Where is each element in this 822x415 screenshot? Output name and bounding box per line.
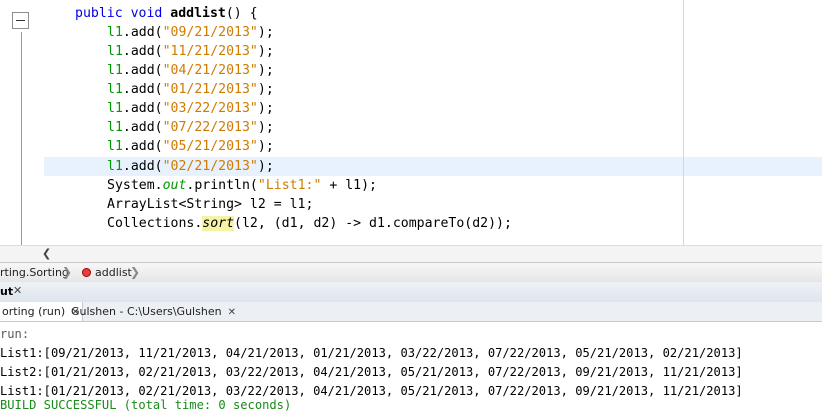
code-token: );	[257, 25, 274, 40]
code-line: l1.add("04/21/2013");	[107, 61, 274, 80]
console-line: List2:[01/21/2013, 02/21/2013, 03/22/201…	[0, 365, 743, 379]
variable-token: l1	[107, 101, 123, 116]
code-token: );	[257, 44, 274, 59]
close-icon[interactable]: ✕	[228, 307, 236, 318]
code-line-assign: ArrayList<String> l2 = l1;	[107, 195, 313, 214]
code-line-println: System.out.println("List1:" + l1);	[107, 176, 377, 195]
string-literal: "List1:"	[257, 178, 322, 193]
code-token: (l2, (d1, d2) -> d1.compareTo(d2));	[234, 216, 512, 231]
tab-terminal[interactable]: Gulshen - C:\Users\Gulshen ✕	[69, 302, 238, 321]
code-line: l1.add("01/21/2013");	[107, 80, 274, 99]
code-token: );	[257, 82, 274, 97]
variable-token: l1	[107, 63, 123, 78]
breadcrumb-method[interactable]: addlist	[95, 266, 132, 279]
horizontal-scrollbar[interactable]: ❮	[0, 245, 822, 263]
variable-token: l1	[107, 82, 123, 97]
chevron-right-icon: ❯	[130, 265, 141, 279]
code-token: .add(	[122, 159, 163, 174]
fold-collapse-icon[interactable]	[12, 12, 29, 29]
code-line-sort: Collections.sort(l2, (d1, d2) -> d1.comp…	[107, 214, 512, 233]
build-status: BUILD SUCCESSFUL (total time: 0 seconds)	[0, 398, 292, 412]
variable-token: l1	[107, 159, 123, 174]
variable-token: l1	[107, 25, 123, 40]
code-token: );	[257, 139, 274, 154]
code-token: + l1);	[321, 178, 377, 193]
code-token: );	[257, 101, 274, 116]
string-literal: "09/21/2013"	[162, 25, 258, 40]
string-literal: "11/21/2013"	[162, 44, 258, 59]
variable-token: l1	[107, 44, 123, 59]
code-line: l1.add("11/21/2013");	[107, 42, 274, 61]
code-line-method-signature: public void addlist() {	[75, 4, 258, 23]
editor-gutter	[0, 0, 44, 245]
highlighted-method-token: sort	[202, 216, 235, 231]
tab-label: orting (run)	[2, 305, 66, 318]
string-literal: "07/22/2013"	[162, 120, 258, 135]
string-literal: "04/21/2013"	[162, 63, 258, 78]
output-window-title[interactable]: ut	[0, 285, 13, 298]
string-literal: "03/22/2013"	[162, 101, 258, 116]
code-token: .add(	[122, 82, 163, 97]
code-token: );	[257, 120, 274, 135]
keyword-token: public void	[75, 6, 171, 21]
code-token: .println(	[186, 178, 258, 193]
close-icon[interactable]: ✕	[13, 284, 22, 297]
code-line: l1.add("03/22/2013");	[107, 99, 274, 118]
code-token: ArrayList<String> l2 = l1;	[107, 197, 314, 212]
string-literal: "01/21/2013"	[162, 82, 258, 97]
code-line: l1.add("07/22/2013");	[107, 118, 274, 137]
fold-guide-line	[21, 32, 22, 245]
breadcrumb-class[interactable]: rting.Sorting	[0, 266, 69, 279]
variable-token: l1	[107, 139, 123, 154]
code-token: );	[257, 159, 274, 174]
scroll-left-icon[interactable]: ❮	[42, 247, 51, 260]
static-field-token: out	[162, 178, 187, 193]
output-tabbar: orting (run) ✕ Gulshen - C:\Users\Gulshen…	[0, 302, 822, 322]
variable-token: l1	[107, 120, 123, 135]
console-line: run:	[0, 327, 30, 341]
code-token: .add(	[122, 101, 163, 116]
code-token: System.	[107, 178, 163, 193]
string-literal: "05/21/2013"	[162, 139, 258, 154]
console-line: List1:[09/21/2013, 11/21/2013, 04/21/201…	[0, 346, 743, 360]
string-literal: "02/21/2013"	[162, 159, 258, 174]
method-name-token: addlist	[170, 6, 226, 21]
code-token: );	[257, 63, 274, 78]
code-token: .add(	[122, 63, 163, 78]
chevron-right-icon: ❯	[62, 265, 73, 279]
code-line: l1.add("05/21/2013");	[107, 137, 274, 156]
code-editor[interactable]: public void addlist() { l1.add("09/21/20…	[0, 0, 822, 245]
code-token: Collections.	[107, 216, 203, 231]
code-token: () {	[225, 6, 258, 21]
code-token: .add(	[122, 25, 163, 40]
output-console[interactable]: run: List1:[09/21/2013, 11/21/2013, 04/2…	[0, 322, 822, 414]
code-token: .add(	[122, 44, 163, 59]
code-token: .add(	[122, 120, 163, 135]
right-margin-line	[683, 0, 684, 245]
code-line-current: l1.add("02/21/2013");	[107, 157, 274, 176]
tab-label: Gulshen - C:\Users\Gulshen	[71, 305, 222, 318]
code-token: .add(	[122, 139, 163, 154]
breadcrumb: rting.Sorting ❯ addlist ❯	[0, 262, 822, 283]
method-icon	[82, 268, 91, 277]
output-window-header: ut ✕	[0, 282, 822, 303]
code-line: l1.add("09/21/2013");	[107, 23, 274, 42]
